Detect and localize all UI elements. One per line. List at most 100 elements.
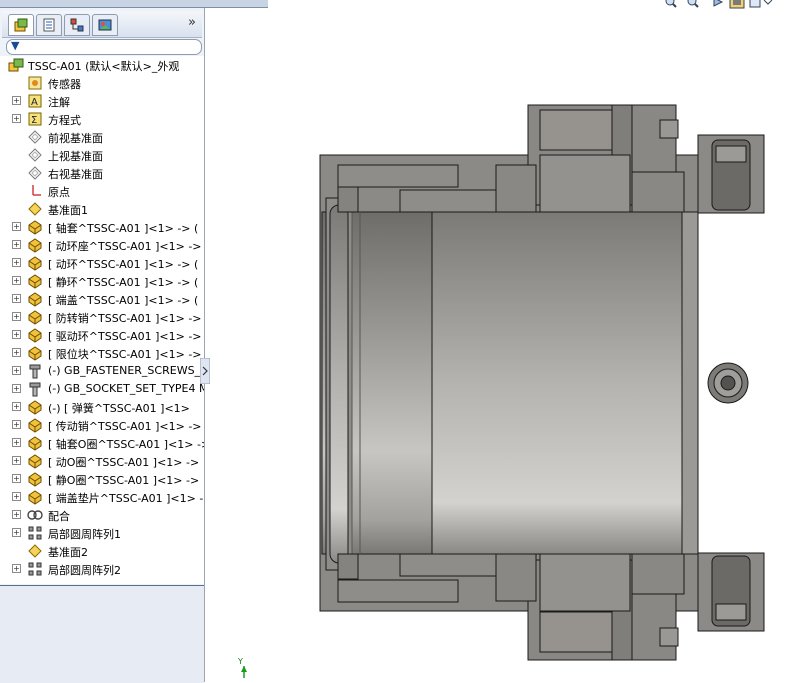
tree-item[interactable]: + [ 静O圈^TSSC-A01 ]<1> -> — [0, 470, 204, 488]
tree-item-label: [ 动环座^TSSC-A01 ]<1> -> — [48, 240, 202, 253]
tree-item[interactable]: + (-) GB_SOCKET_SET_TYPE4 M6 — [0, 380, 204, 398]
expand-toggle[interactable]: + — [12, 456, 21, 465]
part-icon — [27, 273, 43, 289]
tree-item[interactable]: 前视基准面 — [0, 128, 204, 146]
tree-item-label: [ 端盖^TSSC-A01 ]<1> -> ( — [48, 294, 199, 307]
configuration-icon — [70, 18, 84, 32]
display-manager-tab[interactable] — [92, 14, 118, 36]
part-icon — [27, 291, 43, 307]
tree-item[interactable]: + (-) [ 弹簧^TSSC-A01 ]<1> — [0, 398, 204, 416]
tree-item[interactable]: + Σ 方程式 — [0, 110, 204, 128]
tree-item-label: 传感器 — [48, 78, 81, 91]
expand-toggle[interactable]: + — [12, 384, 21, 393]
part-icon — [27, 453, 43, 469]
plane-yellow-icon — [27, 543, 43, 559]
filter-icon[interactable]: ▼ — [11, 39, 19, 52]
expand-toggle[interactable]: + — [12, 438, 21, 447]
tree-item[interactable]: + [ 动O圈^TSSC-A01 ]<1> -> — [0, 452, 204, 470]
origin-icon — [27, 183, 43, 199]
tree-item[interactable]: + [ 动环座^TSSC-A01 ]<1> -> — [0, 236, 204, 254]
feature-manager-panel: » ▼ TSSC-A01 (默认<默认>_外观传感器 + A 注解 + Σ 方程式 前视基准面… — [0, 8, 205, 683]
tree-item[interactable]: + [ 动环^TSSC-A01 ]<1> -> ( — [0, 254, 204, 272]
tree-item-label: [ 传动销^TSSC-A01 ]<1> -> — [48, 420, 202, 433]
tree-item[interactable]: 基准面1 — [0, 200, 204, 218]
zoom-to-fit-icon[interactable] — [665, 0, 677, 8]
sensor-icon — [27, 75, 43, 91]
expand-toggle[interactable]: + — [12, 330, 21, 339]
plane-icon — [27, 147, 43, 163]
feature-filter-input[interactable]: ▼ — [6, 39, 202, 55]
expand-toggle[interactable]: + — [12, 474, 21, 483]
equation-icon: Σ — [27, 111, 43, 127]
tree-item[interactable]: + [ 防转销^TSSC-A01 ]<1> -> — [0, 308, 204, 326]
configuration-manager-tab[interactable] — [64, 14, 90, 36]
tree-item[interactable]: + [ 限位块^TSSC-A01 ]<1> -> — [0, 344, 204, 362]
tree-item[interactable]: + [ 传动销^TSSC-A01 ]<1> -> — [0, 416, 204, 434]
expand-toggle[interactable]: + — [12, 312, 21, 321]
tree-item-label: 原点 — [48, 186, 70, 199]
more-tabs-button[interactable]: » — [188, 15, 196, 30]
part-icon — [27, 237, 43, 253]
mates-icon — [27, 507, 43, 523]
expand-toggle[interactable]: + — [12, 366, 21, 375]
tree-item[interactable]: 上视基准面 — [0, 146, 204, 164]
tree-item[interactable]: 原点 — [0, 182, 204, 200]
axis-y-label: Y — [237, 657, 243, 666]
expand-toggle[interactable]: + — [12, 528, 21, 537]
tree-item-label: 方程式 — [48, 114, 81, 127]
expand-toggle[interactable]: + — [12, 348, 21, 357]
feature-manager-tab[interactable] — [8, 14, 34, 36]
expand-toggle[interactable]: + — [12, 222, 21, 231]
expand-toggle[interactable]: + — [12, 96, 21, 105]
part-icon — [27, 435, 43, 451]
plane-yellow-icon — [27, 201, 43, 217]
svg-text:Σ: Σ — [31, 115, 37, 126]
tree-item[interactable]: + [ 端盖垫片^TSSC-A01 ]<1> - — [0, 488, 204, 506]
tree-item[interactable]: + [ 驱动环^TSSC-A01 ]<1> -> — [0, 326, 204, 344]
tree-item-label: 局部圆周阵列1 — [48, 528, 121, 541]
tree-item-label: [ 端盖垫片^TSSC-A01 ]<1> - — [48, 492, 204, 505]
tree-item[interactable]: + 局部圆周阵列2 — [0, 560, 204, 578]
graphics-area[interactable] — [205, 8, 812, 682]
tree-item-label: [ 静环^TSSC-A01 ]<1> -> ( — [48, 276, 199, 289]
expand-toggle[interactable]: + — [12, 420, 21, 429]
tree-item[interactable]: + [ 轴套O圈^TSSC-A01 ]<1> -> — [0, 434, 204, 452]
feature-manager-bottom-pane — [0, 585, 204, 683]
tree-item-label: 基准面2 — [48, 546, 88, 559]
tree-item[interactable]: + 局部圆周阵列1 — [0, 524, 204, 542]
triad-axis: Y — [237, 657, 247, 678]
view-orientation-icon[interactable] — [749, 0, 773, 8]
tree-item-label: TSSC-A01 (默认<默认>_外观 — [28, 60, 180, 73]
tree-item[interactable]: + (-) GB_FASTENER_SCREWS_HS1 — [0, 362, 204, 380]
tree-item-label: 注解 — [48, 96, 70, 109]
tree-item-label: (-) GB_SOCKET_SET_TYPE4 M6 — [48, 382, 204, 395]
tree-root-assembly[interactable]: TSSC-A01 (默认<默认>_外观 — [0, 56, 204, 74]
expand-toggle[interactable]: + — [12, 114, 21, 123]
tree-item[interactable]: 右视基准面 — [0, 164, 204, 182]
svg-text:A: A — [31, 97, 38, 108]
expand-toggle[interactable]: + — [12, 294, 21, 303]
tree-item-label: [ 轴套^TSSC-A01 ]<1> -> ( — [48, 222, 199, 235]
tree-item[interactable]: 传感器 — [0, 74, 204, 92]
tree-item[interactable]: 基准面2 — [0, 542, 204, 560]
fastener-icon — [27, 363, 43, 379]
expand-toggle[interactable]: + — [12, 240, 21, 249]
tree-item[interactable]: + [ 轴套^TSSC-A01 ]<1> -> ( — [0, 218, 204, 236]
expand-toggle[interactable]: + — [12, 510, 21, 519]
tree-item[interactable]: + [ 端盖^TSSC-A01 ]<1> -> ( — [0, 290, 204, 308]
zoom-area-icon[interactable] — [687, 0, 699, 8]
expand-toggle[interactable]: + — [12, 258, 21, 267]
tree-item[interactable]: + [ 静环^TSSC-A01 ]<1> -> ( — [0, 272, 204, 290]
tree-item[interactable]: + 配合 — [0, 506, 204, 524]
tree-item[interactable]: + A 注解 — [0, 92, 204, 110]
previous-view-icon[interactable] — [713, 0, 724, 7]
expand-toggle[interactable]: + — [12, 492, 21, 501]
feature-tree: TSSC-A01 (默认<默认>_外观传感器 + A 注解 + Σ 方程式 前视基准面 上视基准… — [0, 56, 204, 584]
property-manager-tab[interactable] — [36, 14, 62, 36]
expand-toggle[interactable]: + — [12, 564, 21, 573]
expand-toggle[interactable]: + — [12, 276, 21, 285]
expand-toggle[interactable]: + — [12, 402, 21, 411]
tree-item-label: [ 静O圈^TSSC-A01 ]<1> -> — [48, 474, 200, 487]
plane-icon — [27, 129, 43, 145]
section-view-icon[interactable] — [729, 0, 745, 9]
